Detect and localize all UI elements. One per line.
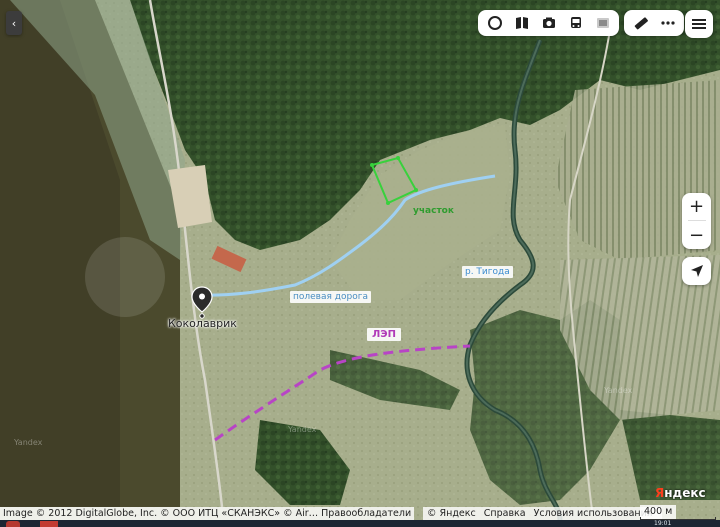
logo-rest: ндекс xyxy=(664,486,706,500)
menu-button[interactable] xyxy=(685,10,713,38)
chevron-left-icon: ‹ xyxy=(11,16,17,30)
marker-halo xyxy=(85,237,165,317)
watermark: Yandex xyxy=(604,386,633,395)
camera-icon[interactable] xyxy=(535,10,562,36)
parcel-vertex xyxy=(414,188,418,192)
taskbar-app-icon[interactable] xyxy=(40,521,58,527)
tools-toolbar xyxy=(624,10,684,36)
map-imagery[interactable] xyxy=(0,0,720,527)
parcel-vertex xyxy=(386,201,390,205)
zoom-divider xyxy=(687,220,706,222)
os-taskbar xyxy=(0,520,720,527)
layer-circle-icon[interactable] xyxy=(481,10,508,36)
zoom-in-button[interactable]: + xyxy=(683,194,710,219)
ruler-icon[interactable] xyxy=(627,10,654,36)
yandex-logo[interactable]: Яндекс xyxy=(655,486,706,500)
navigation-arrow-icon xyxy=(690,265,703,277)
hamburger-icon xyxy=(692,19,706,29)
location-pin-icon[interactable] xyxy=(191,286,213,324)
zoom-out-button[interactable]: − xyxy=(683,223,710,248)
parcel-vertex xyxy=(370,163,374,167)
panorama-icon[interactable] xyxy=(589,10,616,36)
parcel-vertex xyxy=(396,156,400,160)
terms-link[interactable]: Условия использования xyxy=(534,508,653,519)
label-power-line: ЛЭП xyxy=(367,328,402,341)
label-river: р. Тигода xyxy=(462,266,513,278)
logo-letter: Я xyxy=(655,486,665,500)
start-button[interactable] xyxy=(6,521,20,527)
zoom-control: + − xyxy=(682,193,711,249)
help-link[interactable]: Справка xyxy=(484,508,526,519)
taskbar-clock: 19:01 xyxy=(654,520,672,527)
layers-toolbar xyxy=(478,10,619,36)
watermark: Yandex xyxy=(288,425,317,434)
watermark: Yandex xyxy=(14,438,43,447)
satellite-map[interactable]: участок р. Тигода полевая дорога ЛЭП Кок… xyxy=(0,0,720,527)
yandex-copyright: © Яндекс xyxy=(427,508,476,519)
legal-links: © Яндекс Справка Условия использования xyxy=(423,507,662,520)
locate-button[interactable] xyxy=(682,257,711,285)
label-parcel: участок xyxy=(413,206,454,216)
bus-icon[interactable] xyxy=(562,10,589,36)
more-dots-icon[interactable] xyxy=(654,10,681,36)
map-book-icon[interactable] xyxy=(508,10,535,36)
label-field-road: полевая дорога xyxy=(290,291,371,303)
imagery-copyright[interactable]: Image © 2012 DigitalGlobe, Inc. © ООО ИТ… xyxy=(0,507,415,520)
back-button[interactable]: ‹ xyxy=(6,11,22,35)
